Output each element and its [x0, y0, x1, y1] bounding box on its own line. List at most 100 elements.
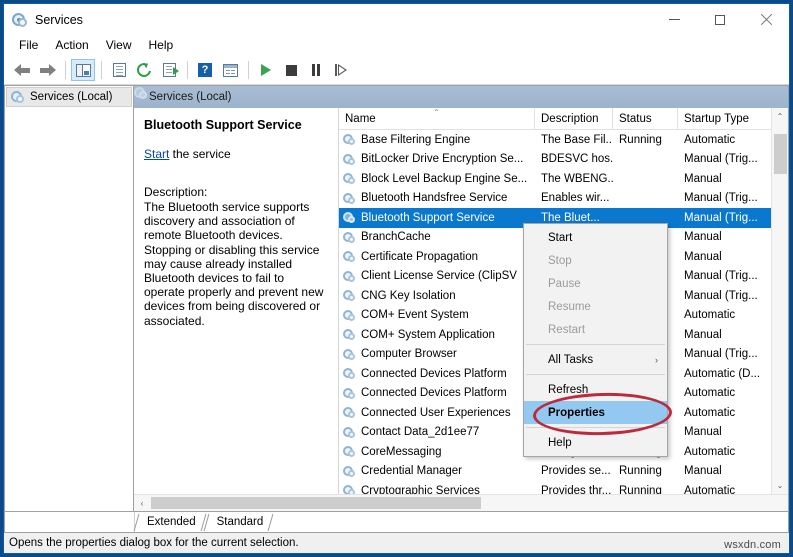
cell-name: Credential Manager [339, 465, 535, 478]
cell-name: Connected Devices Platform [339, 387, 535, 400]
column-header-status[interactable]: Status [613, 108, 678, 129]
service-gear-icon [343, 250, 356, 263]
service-gear-icon [343, 133, 356, 146]
properties-button[interactable] [107, 59, 131, 81]
help-button[interactable]: ? [193, 59, 217, 81]
service-gear-icon [343, 426, 356, 439]
restart-service-button[interactable] [329, 59, 353, 81]
context-menu-item-refresh[interactable]: Refresh [524, 378, 667, 401]
description-text: The Bluetooth service supports discovery… [144, 200, 324, 328]
results-pane-title: Services (Local) [149, 91, 232, 103]
context-menu-item-help[interactable]: Help [524, 431, 667, 454]
menu-view[interactable]: View [98, 36, 141, 55]
vertical-scrollbar[interactable]: ⌃ ⌄ [771, 108, 788, 494]
pause-service-button[interactable] [304, 59, 328, 81]
tab-extended[interactable]: Extended [135, 512, 205, 532]
service-name-text: Certificate Propagation [361, 250, 478, 263]
stop-service-button[interactable] [279, 59, 303, 81]
horizontal-scroll-thumb[interactable] [151, 497, 481, 509]
status-bar: Opens the properties dialog box for the … [4, 533, 789, 553]
tabs-spacer [5, 512, 135, 532]
cell-description: The Base Fil... [541, 133, 613, 146]
cell-name: BranchCache [339, 231, 535, 244]
view-list-button[interactable] [218, 59, 242, 81]
context-menu-item-start[interactable]: Start [524, 226, 667, 249]
sort-ascending-icon: ⌃ [433, 108, 440, 117]
service-name-text: BitLocker Drive Encryption Se... [361, 153, 524, 166]
context-menu-item-label: Start [548, 231, 573, 244]
toolbar-separator [248, 61, 249, 79]
vertical-scroll-thumb[interactable] [774, 134, 787, 174]
refresh-button[interactable] [132, 59, 156, 81]
context-menu-item-label: Refresh [548, 383, 589, 396]
service-gear-icon [343, 406, 356, 419]
cell-name: Client License Service (ClipSV [339, 270, 535, 283]
status-bar-text: Opens the properties dialog box for the … [9, 537, 299, 549]
service-gear-icon [343, 270, 356, 283]
toolbar-separator [101, 61, 102, 79]
cell-name: Bluetooth Handsfree Service [339, 192, 535, 205]
service-gear-icon [343, 172, 356, 185]
help-icon: ? [198, 63, 212, 77]
scroll-down-button[interactable]: ⌄ [772, 477, 789, 494]
table-row[interactable]: Bluetooth Handsfree Service Enables wir..… [339, 189, 788, 209]
export-list-button[interactable] [157, 59, 181, 81]
column-header-name[interactable]: ⌃ Name [339, 108, 535, 129]
cell-name: CoreMessaging [339, 445, 535, 458]
service-name-text: CoreMessaging [361, 445, 442, 458]
table-row[interactable]: Block Level Backup Engine Se... The WBENG… [339, 169, 788, 189]
menu-help[interactable]: Help [141, 36, 183, 55]
cell-name: COM+ Event System [339, 309, 535, 322]
table-row[interactable]: Credential Manager Provides se... Running M… [339, 462, 788, 482]
cell-description: Provides thr... [541, 484, 612, 494]
table-row[interactable]: Cryptographic Services Provides thr... Run… [339, 481, 788, 494]
title-bar: Services [4, 4, 789, 35]
service-name-text: Credential Manager [361, 465, 463, 478]
back-button[interactable] [10, 59, 34, 81]
menu-file[interactable]: File [11, 36, 47, 55]
cell-name: Computer Browser [339, 348, 535, 361]
start-service-link[interactable]: Start [144, 147, 169, 161]
service-name-text: Bluetooth Handsfree Service [361, 192, 508, 205]
forward-button[interactable] [35, 59, 59, 81]
service-action-line: Start the service [144, 147, 328, 161]
service-gear-icon [343, 445, 356, 458]
context-menu-item-all-tasks[interactable]: All Tasks › [524, 348, 667, 371]
service-name-text: Block Level Backup Engine Se... [361, 172, 528, 185]
cell-name: Connected User Experiences [339, 406, 535, 419]
column-header-description[interactable]: Description [535, 108, 613, 129]
close-button[interactable] [743, 4, 789, 35]
table-row[interactable]: BitLocker Drive Encryption Se... BDESVC h… [339, 150, 788, 170]
service-name-text: Bluetooth Support Service [361, 211, 495, 224]
service-gear-icon [343, 192, 356, 205]
column-header-label: Startup Type [684, 112, 749, 125]
start-service-button[interactable] [254, 59, 278, 81]
maximize-icon [715, 14, 725, 25]
cell-status: Running [619, 133, 662, 146]
cell-name: Cryptographic Services [339, 484, 535, 494]
console-tree-icon [75, 63, 91, 77]
menu-action[interactable]: Action [47, 36, 97, 55]
context-menu-item-label: Resume [548, 300, 591, 313]
tab-standard[interactable]: Standard [205, 512, 273, 532]
cell-status: Running [619, 465, 662, 478]
cell-name: Bluetooth Support Service [339, 211, 535, 224]
context-menu-item-properties[interactable]: Properties [524, 401, 667, 424]
maximize-button[interactable] [697, 4, 743, 35]
service-name-text: Client License Service (ClipSV [361, 270, 517, 283]
cell-description: The Bluet... [541, 211, 600, 224]
service-name-text: Connected User Experiences [361, 406, 511, 419]
desktop-background: Services File Action View Help ? Service… [0, 0, 793, 557]
service-name-text: Computer Browser [361, 348, 457, 361]
console-tree-pane: Services (Local) [4, 85, 133, 512]
context-menu-item-restart: Restart [524, 318, 667, 341]
scroll-up-button[interactable]: ⌃ [772, 108, 789, 125]
scroll-left-button[interactable]: ‹ [134, 495, 150, 511]
show-hide-console-tree-button[interactable] [71, 59, 95, 81]
minimize-button[interactable] [651, 4, 697, 35]
arrow-left-icon [13, 63, 31, 77]
horizontal-scrollbar[interactable]: ‹ [134, 494, 788, 511]
context-menu-item-pause: Pause [524, 272, 667, 295]
table-row[interactable]: Base Filtering Engine The Base Fil... Runn… [339, 130, 788, 150]
tree-item-services-local[interactable]: Services (Local) [6, 87, 132, 107]
